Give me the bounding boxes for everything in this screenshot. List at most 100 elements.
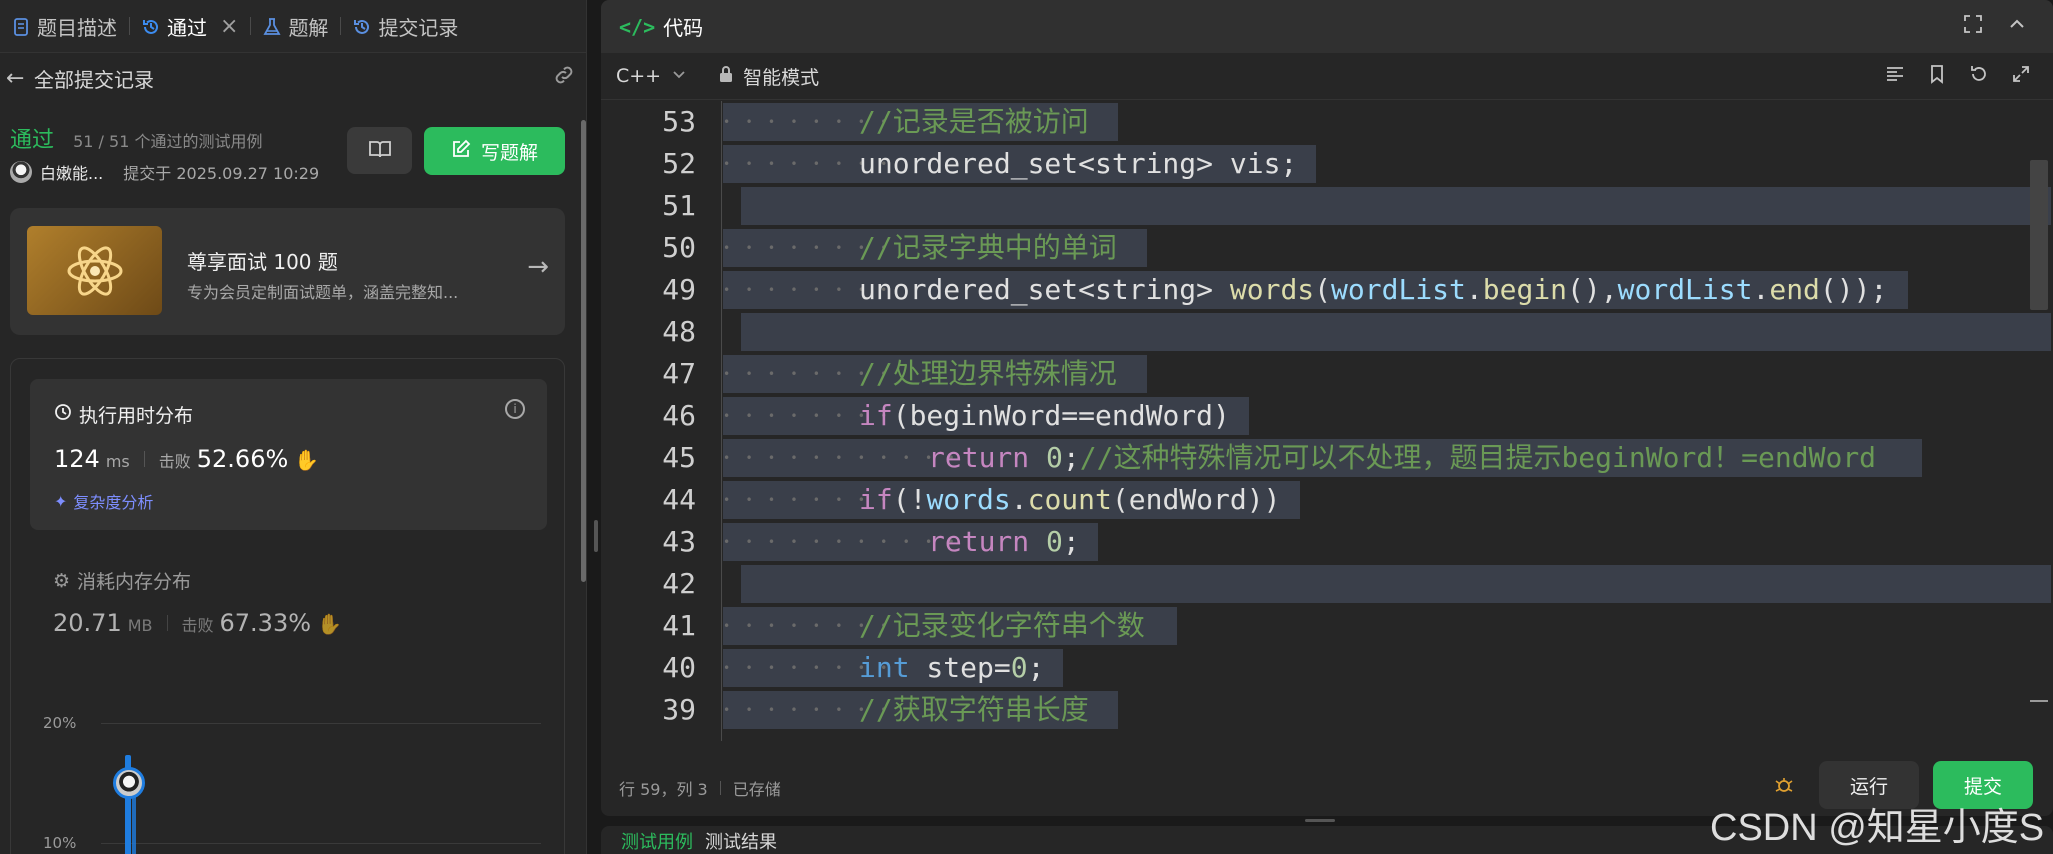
link-icon[interactable] [552,63,576,93]
notebook-button[interactable] [347,127,412,174]
arrow-left-icon[interactable]: ← [6,66,34,91]
tab-test-result[interactable]: 测试结果 [705,828,777,854]
code-text: return 0;//这种特殊情况可以不处理，题目提示beginWord！=en… [928,437,1876,479]
code-token: 0 [1010,651,1028,684]
submitted-time: 提交于 2025.09.27 10:29 [123,164,320,183]
code-text: int step=0; [859,647,1044,689]
edit-icon [451,139,471,164]
runtime-value-row: 124 ms 击败 52.66% ✋ [54,445,319,473]
line-number: 44 [662,483,696,516]
code-token: step= [909,651,1011,684]
code-line[interactable]: 40 • • • • • • • • int step=0; [601,647,2001,689]
code-token: . [1465,273,1483,306]
code-line[interactable]: 51 [601,185,2051,227]
tab-label: 通过 [167,15,207,40]
code-text: unordered_set<string> words(wordList.beg… [859,269,1887,311]
clock-icon [54,403,72,426]
lock-icon [719,66,733,86]
clap-icon: ✋ [317,612,342,636]
bookmark-icon[interactable] [1927,64,1947,89]
format-icon[interactable] [1885,64,1905,89]
code-text: if(!words.count(endWord)) [859,479,1280,521]
code-token: (! [892,483,927,516]
code-token: int [859,651,910,684]
code-token: ; [1027,651,1045,684]
code-line[interactable]: 42 [601,563,2051,605]
chip-icon: ⚙ [53,569,71,592]
code-token: (endWord)) [1111,483,1281,516]
expand-icon[interactable] [2011,64,2031,89]
test-case-count: 51 / 51 个通过的测试用例 [73,132,263,151]
code-line[interactable]: 43 • • • • • • • • • • • return 0; [601,521,2001,563]
scrollbar[interactable] [581,120,586,582]
editor-scrollbar[interactable] [2030,160,2048,310]
code-token: ; [1062,525,1080,558]
chevron-down-icon[interactable] [671,66,687,86]
left-panel: 题目描述 通过 × 题解 提交记录 ← 全部提交记录 通过 51 / 51 个通… [0,0,587,854]
code-line[interactable]: 52 • • • • • • • • unordered_set<string> v… [601,143,2001,185]
divider [143,451,145,467]
maximize-icon[interactable] [1963,14,1983,39]
code-line[interactable]: 50 • • • • • • • •//记录字典中的单词 [601,227,2001,269]
performance-stats: 执行用时分布 i 124 ms 击败 52.66% ✋ ✦ 复杂度分析 ⚙ 消耗… [10,358,565,854]
save-status: 已存储 [732,780,781,799]
code-token: if [859,399,893,432]
write-solution-button[interactable]: 写题解 [424,127,565,175]
panel-resize-handle[interactable] [594,520,598,552]
complexity-analysis-link[interactable]: ✦ 复杂度分析 [54,489,153,513]
selection-highlight [741,565,2051,603]
chevron-up-icon[interactable] [2007,14,2027,39]
code-token: begin [1482,273,1568,306]
tab-description[interactable]: 题目描述 [6,0,123,53]
code-token: (beginWord==endWord) [892,399,1230,432]
code-text: unordered_set<string> vis; [859,143,1297,185]
code-line[interactable]: 53 • • • • • • • •//记录是否被访问 [601,101,2001,143]
write-solution-label: 写题解 [480,141,538,164]
code-token: count [1027,483,1112,516]
code-line[interactable]: 47 • • • • • • • •//处理边界特殊情况 [601,353,2001,395]
memory-title[interactable]: ⚙ 消耗内存分布 [53,567,191,594]
tab-accepted[interactable]: 通过 × [136,0,244,53]
premium-promo-card[interactable]: 尊享面试 100 题 专为会员定制面试题单，涵盖完整知... → [10,208,565,335]
close-icon[interactable]: × [220,14,238,39]
line-number: 40 [662,651,696,684]
code-line[interactable]: 39 • • • • • • • •//获取字符串长度 [601,689,2001,731]
selection-highlight [741,313,2051,351]
divider [250,17,252,35]
scroll-marker [2030,700,2048,702]
promo-subtitle: 专为会员定制面试题单，涵盖完整知... [187,283,459,302]
memory-beat-value: 67.33% [219,609,312,637]
y-tick-label: 20% [43,714,77,732]
complexity-label: 复杂度分析 [73,493,154,512]
smart-mode-toggle[interactable]: 智能模式 [743,63,819,90]
avatar[interactable] [10,161,32,183]
reset-icon[interactable] [1969,64,1989,89]
code-line[interactable]: 41 • • • • • • • •//记录变化字符串个数 [601,605,2001,647]
code-line[interactable]: 44 • • • • • • • • if(!words.count(endWord… [601,479,2001,521]
code-token: if [859,483,893,516]
code-text: //记录字典中的单词 [859,227,1117,269]
distribution-bar[interactable] [132,789,136,854]
code-token: //处理边界特殊情况 [859,357,1117,390]
runtime-card[interactable]: 执行用时分布 i 124 ms 击败 52.66% ✋ ✦ 复杂度分析 [30,379,547,530]
code-text: //记录是否被访问 [859,101,1089,143]
arrow-right-icon[interactable]: → [527,252,549,282]
tab-solutions[interactable]: 题解 [257,0,334,53]
code-line[interactable]: 48 [601,311,2051,353]
line-number: 47 [662,357,696,390]
all-submissions-link[interactable]: 全部提交记录 [34,64,154,93]
tab-test-cases[interactable]: 测试用例 [621,828,693,854]
language-select[interactable]: C++ [616,65,661,87]
code-line[interactable]: 49 • • • • • • • • unordered_set<string> w… [601,269,2001,311]
memory-title-label: 消耗内存分布 [77,571,192,593]
code-editor[interactable]: 53 • • • • • • • •//记录是否被访问 52 • • • • • • … [601,101,2053,741]
status-badge: 通过 [10,128,55,153]
tab-submissions[interactable]: 提交记录 [347,0,464,53]
author-name[interactable]: 白嫩能... [40,160,103,184]
code-line[interactable]: 45 • • • • • • • • • • • return 0;//这种特殊情况… [601,437,2001,479]
vertical-resize-handle[interactable] [1305,819,1335,822]
line-number: 49 [662,273,696,306]
info-icon[interactable]: i [505,399,525,419]
code-line[interactable]: 46 • • • • • • • • if(beginWord==endWord) [601,395,2001,437]
code-text: return 0; [928,521,1080,563]
